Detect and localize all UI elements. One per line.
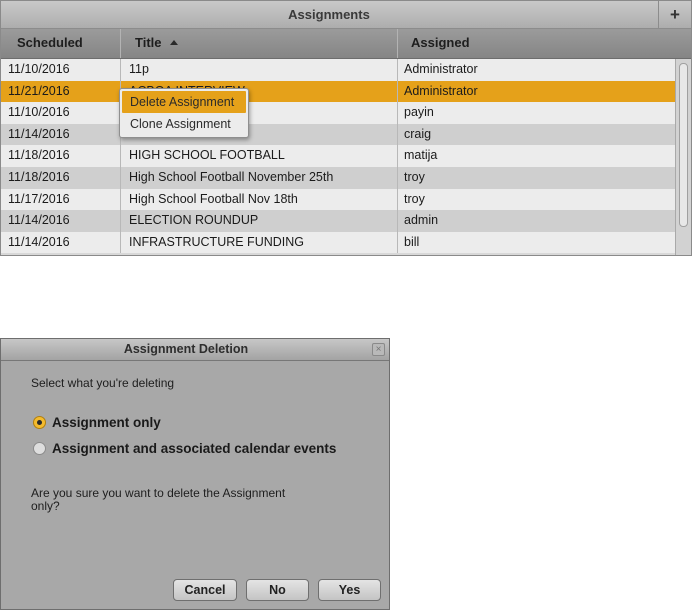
table-row[interactable]: 11/14/2016 ELECTION ROUNDUP admin bbox=[1, 210, 675, 232]
cell-assigned: craig bbox=[397, 123, 675, 146]
cell-scheduled: 11/10/2016 bbox=[8, 62, 70, 76]
cell-assigned: bill bbox=[397, 231, 675, 254]
cell-title: 11p bbox=[120, 59, 397, 81]
dialog-title: Assignment Deletion bbox=[123, 342, 249, 356]
cancel-button[interactable]: Cancel bbox=[173, 579, 237, 601]
cell-assigned: admin bbox=[397, 210, 675, 232]
column-header-label: Assigned bbox=[411, 35, 470, 50]
cell-scheduled: 11/18/2016 bbox=[8, 169, 70, 184]
assignments-table-body: 11/10/2016 11p Administrator 11/21/2016 … bbox=[1, 59, 675, 254]
vertical-scrollbar[interactable] bbox=[675, 59, 691, 255]
cell-title: High School Football November 25th bbox=[120, 166, 397, 189]
cell-assigned: matija bbox=[397, 145, 675, 167]
table-row[interactable]: 11/14/2016 INFRASTRUCTURE FUNDING bill bbox=[1, 231, 675, 254]
cell-assigned: troy bbox=[397, 166, 675, 189]
column-header-label: Scheduled bbox=[17, 35, 83, 50]
radio-unchecked-icon[interactable] bbox=[33, 441, 46, 455]
menu-item-delete-assignment[interactable]: Delete Assignment bbox=[122, 91, 246, 113]
cell-title: INFRASTRUCTURE FUNDING bbox=[120, 231, 397, 254]
assignments-panel: Assignments + Scheduled Title Assigned 1… bbox=[0, 0, 692, 256]
table-row[interactable]: 11/10/2016 ... NDAL payin bbox=[1, 102, 675, 124]
plus-icon: + bbox=[670, 4, 680, 24]
table-row[interactable]: 11/17/2016 High School Football Nov 18th… bbox=[1, 188, 675, 211]
cell-scheduled: 11/21/2016 bbox=[8, 83, 70, 98]
table-row[interactable]: 11/18/2016 HIGH SCHOOL FOOTBALL matija bbox=[1, 145, 675, 167]
option-assignment-and-events[interactable]: Assignment and associated calendar event… bbox=[33, 438, 336, 458]
table-row[interactable]: 11/18/2016 High School Football November… bbox=[1, 166, 675, 189]
assignment-deletion-dialog: Assignment Deletion × Select what you're… bbox=[0, 338, 390, 610]
option-assignment-only[interactable]: Assignment only bbox=[33, 412, 161, 432]
cell-assigned: Administrator bbox=[397, 80, 675, 103]
cell-scheduled: 11/14/2016 bbox=[8, 213, 70, 228]
table-row-selected[interactable]: 11/21/2016 ACBOA INTERVIEW Administrator bbox=[1, 80, 675, 103]
column-header-scheduled[interactable]: Scheduled bbox=[1, 29, 120, 58]
cell-scheduled: 11/18/2016 bbox=[8, 148, 70, 163]
cell-assigned: payin bbox=[397, 102, 675, 124]
cell-scheduled: 11/14/2016 bbox=[8, 126, 70, 141]
table-row[interactable]: 11/14/2016 craig bbox=[1, 123, 675, 146]
panel-title: Assignments bbox=[288, 7, 370, 22]
cell-assigned: Administrator bbox=[397, 59, 675, 81]
cell-scheduled: 11/10/2016 bbox=[8, 105, 70, 120]
cell-title: HIGH SCHOOL FOOTBALL bbox=[120, 145, 397, 167]
column-header-label: Title bbox=[135, 35, 162, 50]
scrollbar-thumb[interactable] bbox=[679, 63, 688, 227]
dialog-prompt: Select what you're deleting bbox=[31, 376, 175, 390]
option-label: Assignment and associated calendar event… bbox=[52, 440, 337, 456]
cell-assigned: troy bbox=[397, 188, 675, 211]
context-menu: Delete Assignment Clone Assignment bbox=[119, 88, 249, 138]
table-header: Scheduled Title Assigned bbox=[1, 29, 691, 59]
add-assignment-button[interactable]: + bbox=[658, 1, 691, 28]
cell-scheduled: 11/17/2016 bbox=[8, 191, 70, 206]
table-row[interactable]: 11/10/2016 11p Administrator bbox=[1, 59, 675, 81]
cell-scheduled: 11/14/2016 bbox=[8, 234, 70, 249]
panel-titlebar: Assignments + bbox=[1, 1, 691, 29]
confirmation-question: Are you sure you want to delete the Assi… bbox=[31, 486, 286, 513]
column-header-assigned[interactable]: Assigned bbox=[397, 29, 675, 58]
option-label: Assignment only bbox=[52, 414, 161, 430]
sort-ascending-icon bbox=[169, 40, 178, 45]
column-header-title[interactable]: Title bbox=[120, 29, 397, 58]
no-button[interactable]: No bbox=[246, 579, 309, 601]
yes-button[interactable]: Yes bbox=[318, 579, 381, 601]
radio-checked-icon[interactable] bbox=[33, 415, 46, 429]
cell-title: ELECTION ROUNDUP bbox=[120, 210, 397, 232]
menu-item-clone-assignment[interactable]: Clone Assignment bbox=[120, 113, 248, 135]
close-icon[interactable]: × bbox=[372, 343, 385, 356]
cell-title: High School Football Nov 18th bbox=[120, 188, 397, 211]
dialog-titlebar: Assignment Deletion × bbox=[1, 339, 389, 361]
